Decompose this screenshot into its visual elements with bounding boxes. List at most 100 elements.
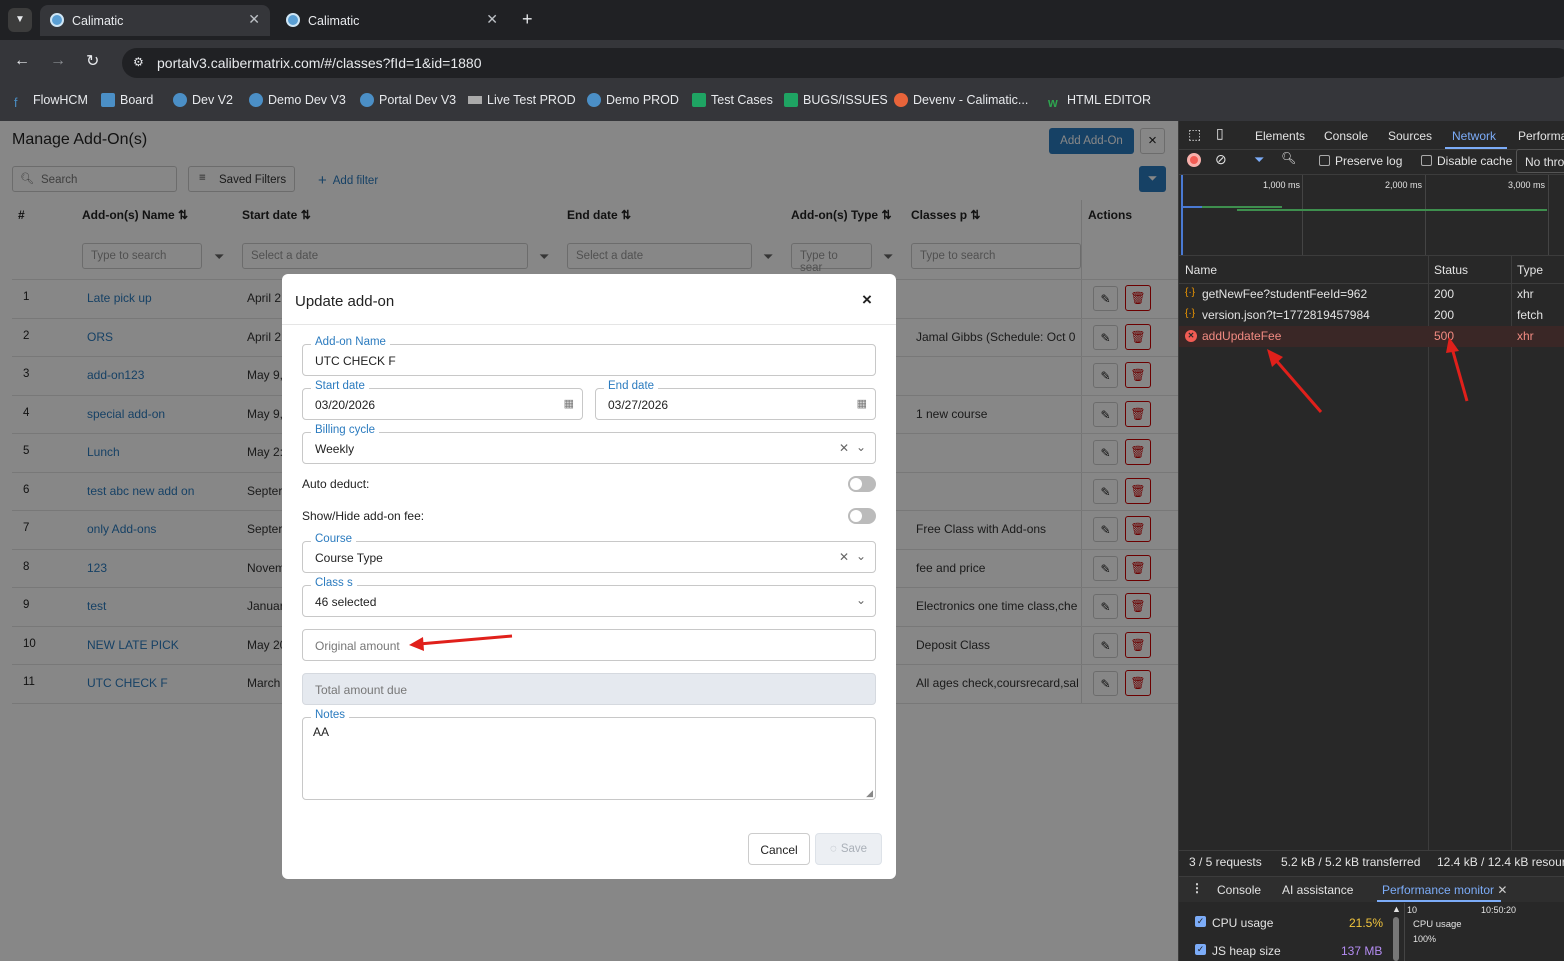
- loading-spinner-icon: ◌: [829, 843, 837, 855]
- drawer-tab-performance-monitor[interactable]: Performance monitor ✕: [1382, 883, 1507, 897]
- heap-size-label: JS heap size: [1212, 944, 1281, 958]
- tab-list-button[interactable]: ▼: [8, 8, 32, 32]
- close-tab-icon[interactable]: ✕: [486, 11, 498, 28]
- bookmark-board[interactable]: Board: [101, 93, 153, 107]
- addon-name-value: UTC CHECK F: [315, 354, 396, 368]
- chevron-down-icon[interactable]: ⌄: [856, 549, 866, 563]
- bookmark-bugs-issues[interactable]: BUGS/ISSUES: [784, 93, 888, 107]
- graph-time: 10:50:20: [1481, 905, 1517, 915]
- class-select[interactable]: Class s 46 selected ⌄: [302, 577, 876, 617]
- bookmark-flowhcm[interactable]: f FlowHCM: [14, 93, 88, 110]
- browser-tab[interactable]: Calimatic ✕: [276, 5, 508, 36]
- bookmark-label: Dev V2: [192, 93, 233, 107]
- modal-close-icon[interactable]: ×: [862, 290, 872, 310]
- device-toolbar-icon[interactable]: ▯: [1216, 125, 1224, 142]
- bookmark-devenv[interactable]: Devenv - Calimatic...: [894, 93, 1028, 107]
- request-name: getNewFee?studentFeeId=962: [1202, 287, 1368, 301]
- reload-icon[interactable]: ↻: [86, 51, 99, 71]
- disable-cache-label: Disable cache: [1437, 154, 1513, 168]
- devtools-tab-network[interactable]: Network: [1452, 129, 1496, 143]
- back-icon[interactable]: ←: [14, 52, 30, 70]
- end-date-field[interactable]: End date 03/27/2026 ▦: [595, 380, 876, 420]
- search-icon[interactable]: 🔍︎: [1281, 151, 1296, 165]
- annotation-arrow: [409, 634, 513, 651]
- site-info-icon[interactable]: ⚙: [133, 55, 144, 69]
- network-col-type[interactable]: Type: [1517, 263, 1543, 277]
- cpu-usage-checkbox[interactable]: ✓: [1195, 916, 1206, 927]
- drawer-tab-console[interactable]: Console: [1217, 883, 1261, 897]
- billing-cycle-select[interactable]: Billing cycle Weekly ✕ ⌄: [302, 424, 876, 464]
- cancel-button[interactable]: Cancel: [748, 833, 810, 865]
- resize-handle-icon[interactable]: ◢: [866, 788, 873, 799]
- clear-log-icon[interactable]: ⊘: [1215, 151, 1227, 168]
- calendar-icon[interactable]: ▦: [564, 397, 574, 410]
- record-stop-icon[interactable]: [1187, 153, 1201, 167]
- scroll-up-icon[interactable]: ▲: [1392, 904, 1401, 914]
- bookmark-demo-prod[interactable]: Demo PROD: [587, 93, 679, 107]
- status-bar-divider: [1179, 850, 1564, 851]
- bookmark-label: FlowHCM: [33, 93, 88, 107]
- devtools-tab-console[interactable]: Console: [1324, 129, 1368, 143]
- bookmark-live-test-prod[interactable]: Live Test PROD: [468, 93, 576, 107]
- chevron-down-icon[interactable]: ⌄: [856, 593, 866, 607]
- bookmark-demo-dev-v3[interactable]: Demo Dev V3: [249, 93, 346, 107]
- drawer-menu-icon[interactable]: ⋮: [1191, 881, 1203, 895]
- chevron-down-icon[interactable]: ⌄: [856, 440, 866, 454]
- start-date-label: Start date: [311, 380, 369, 392]
- clear-icon[interactable]: ✕: [839, 550, 849, 564]
- network-col-status[interactable]: Status: [1434, 263, 1468, 277]
- request-name: addUpdateFee: [1202, 329, 1282, 343]
- preserve-log-checkbox[interactable]: Preserve log: [1319, 154, 1402, 168]
- disable-cache-checkbox[interactable]: Disable cache: [1421, 154, 1512, 168]
- show-hide-fee-toggle[interactable]: [848, 508, 876, 524]
- error-icon: ✕: [1185, 330, 1197, 342]
- bookmark-test-cases[interactable]: Test Cases: [692, 93, 773, 107]
- browser-tab-active[interactable]: Calimatic ✕: [40, 5, 270, 36]
- devtools-tab-elements[interactable]: Elements: [1255, 129, 1305, 143]
- calendar-icon[interactable]: ▦: [857, 397, 867, 410]
- bookmark-dev-v2[interactable]: Dev V2: [173, 93, 233, 107]
- network-col-name[interactable]: Name: [1185, 263, 1217, 277]
- toolbar-divider: [1179, 174, 1564, 175]
- course-select[interactable]: Course Course Type ✕ ⌄: [302, 533, 876, 573]
- bookmark-portal-dev-v3[interactable]: Portal Dev V3: [360, 93, 456, 107]
- timeline-divider: [1179, 255, 1564, 256]
- bookmarks-bar: [0, 84, 1564, 121]
- auto-deduct-label: Auto deduct:: [302, 477, 370, 491]
- notes-label: Notes: [311, 709, 350, 721]
- close-tab-icon[interactable]: ✕: [248, 11, 260, 28]
- request-type: xhr: [1517, 329, 1534, 343]
- heap-size-checkbox[interactable]: ✓: [1195, 944, 1206, 955]
- close-icon[interactable]: ✕: [1497, 883, 1507, 897]
- notes-textarea[interactable]: Notes AA ◢: [302, 709, 876, 800]
- billing-cycle-value: Weekly: [315, 442, 355, 456]
- transferred-size: 5.2 kB / 5.2 kB transferred: [1281, 855, 1421, 869]
- timeline-bar: [1237, 209, 1547, 211]
- cpu-usage-label: CPU usage: [1212, 916, 1274, 930]
- forward-icon[interactable]: →: [50, 52, 66, 70]
- inspect-element-icon[interactable]: ⬚: [1188, 126, 1201, 143]
- timeline-tick: 2,000 ms: [1385, 180, 1423, 190]
- original-amount-input[interactable]: Original amount: [302, 629, 876, 661]
- annotation-arrow: [1267, 349, 1323, 413]
- bookmark-label: Demo Dev V3: [268, 93, 346, 107]
- bookmark-html-editor[interactable]: w HTML EDITOR: [1048, 93, 1151, 110]
- auto-deduct-toggle[interactable]: [848, 476, 876, 492]
- addon-name-field[interactable]: Add-on Name UTC CHECK F: [302, 336, 876, 376]
- save-button[interactable]: ◌ Save: [815, 833, 882, 865]
- drawer-tab-ai-assistance[interactable]: AI assistance: [1282, 883, 1353, 897]
- devtools-tab-sources[interactable]: Sources: [1388, 129, 1432, 143]
- clear-icon[interactable]: ✕: [839, 441, 849, 455]
- end-date-value: 03/27/2026: [608, 398, 669, 412]
- new-tab-icon[interactable]: +: [522, 9, 533, 30]
- scrollbar[interactable]: [1393, 917, 1399, 961]
- devtools-tab-performance[interactable]: Performa: [1518, 129, 1564, 143]
- start-date-field[interactable]: Start date 03/20/2026 ▦: [302, 380, 583, 420]
- filter-icon[interactable]: ⏷: [1254, 152, 1264, 168]
- throttle-select[interactable]: No thro: [1516, 149, 1564, 173]
- total-amount-due-input: Total amount due: [302, 673, 876, 705]
- bookmark-label: HTML EDITOR: [1067, 93, 1152, 107]
- calimatic-favicon-icon: [286, 13, 300, 27]
- addon-name-label: Add-on Name: [311, 336, 390, 348]
- address-bar[interactable]: ⚙ portalv3.calibermatrix.com/#/classes?f…: [122, 48, 1564, 78]
